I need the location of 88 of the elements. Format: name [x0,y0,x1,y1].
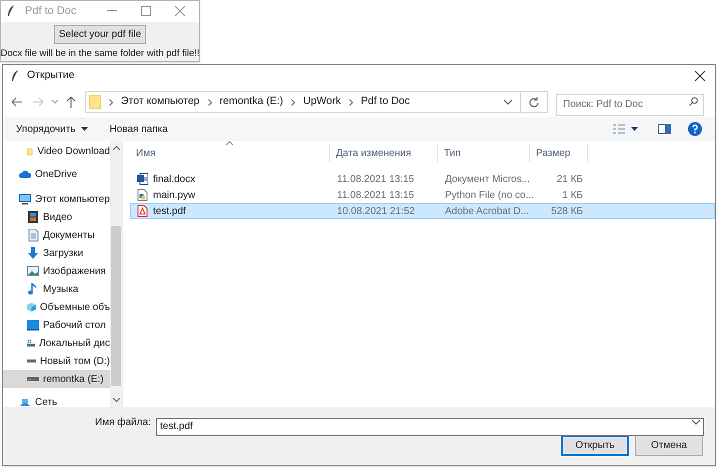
document-icon [27,228,39,242]
breadcrumb-item[interactable]: UpWork [303,94,341,110]
feather-icon [7,5,15,18]
drive-icon [27,359,36,363]
filename-field[interactable]: test.pdf [156,418,704,436]
breadcrumb-item[interactable]: remontka (E:) [220,94,284,110]
down-arrow-icon [27,246,39,260]
dialog-title: Открытие [27,68,74,84]
caret-down-icon [80,127,88,131]
sidebar-item[interactable]: Новый том (D:) [3,352,110,370]
help-icon[interactable] [688,122,702,136]
column-header[interactable]: Дата изменения [330,144,438,162]
file-row[interactable]: main.pyw 11.08.2021 13:15 Python File (no co... 1 КБ [130,187,715,203]
breadcrumb-item[interactable]: Этот компьютер [121,94,200,110]
new-folder-button[interactable]: Новая папка [110,122,168,136]
file-type: Adobe Acrobat D... [445,204,529,218]
pdf-file-icon [137,205,148,217]
sidebar-item[interactable]: Видео [3,208,110,226]
refresh-button[interactable] [521,91,548,113]
cube-icon [27,300,36,314]
music-note-icon [27,282,39,296]
date-modified: 11.08.2021 13:15 [337,188,414,202]
folder-icon [89,95,101,109]
sidebar-item[interactable]: Документы [3,226,110,244]
chevron-right-icon[interactable] [348,98,353,106]
scrollbar-thumb[interactable] [111,226,121,386]
view-options-icon[interactable] [613,124,625,134]
chevron-right-icon[interactable] [208,98,212,106]
filename-label: Имя файла: [95,416,152,430]
column-header[interactable]: Размер [530,144,588,162]
chevron-up-icon[interactable] [112,146,120,150]
up-arrow-icon[interactable] [66,96,76,108]
drive-icon [27,377,39,381]
file-size: 21 КБ [556,172,583,186]
film-icon [27,210,39,224]
maximize-icon[interactable] [141,6,151,16]
caret-down-icon[interactable] [631,127,638,131]
sidebar-item[interactable]: Изображения [3,262,110,280]
date-modified: 11.08.2021 13:15 [337,172,414,186]
word-document-icon [137,173,148,185]
sidebar-item[interactable]: Этот компьютер [3,190,110,208]
chevron-right-icon[interactable] [291,98,296,106]
info-message: Docx file will be in the same folder with pdf file!! [0,46,200,61]
breadcrumb-item[interactable]: Pdf to Doc [360,94,410,110]
scrollbar[interactable] [110,141,122,407]
address-bar[interactable]: Этот компьютер remontka (E:) UpWork Pdf to Doc [85,91,521,113]
chevron-down-icon[interactable] [692,420,700,425]
chevron-down-icon[interactable] [112,398,120,402]
file-type: Python File (no co... [445,188,534,202]
picture-icon [27,264,39,278]
file-row[interactable]: test.pdf 10.08.2021 21:52 Adobe Acrobat D... 528 КБ [130,203,715,219]
organize-button[interactable]: Упорядочить [16,122,88,136]
close-icon[interactable] [695,71,705,81]
sidebar-item[interactable]: OneDrive [3,165,110,183]
sidebar-item[interactable]: Рабочий стол [3,316,110,334]
date-modified: 10.08.2021 21:52 [337,204,415,218]
sidebar-item[interactable]: Video Download [3,142,110,160]
search-icon [689,97,698,106]
search-field[interactable]: Поиск: Pdf to Doc [556,94,704,116]
file-size: 528 КБ [551,204,583,218]
minimize-icon[interactable] [107,10,117,12]
open-button[interactable]: Открыть [561,435,629,456]
sidebar-item[interactable]: remontka (E:) [3,370,110,388]
sidebar-item[interactable]: Загрузки [3,244,110,262]
sidebar-item[interactable]: Музыка [3,280,110,298]
file-name[interactable]: final.docx [153,172,196,186]
sidebar-item[interactable]: Сеть [3,393,110,407]
chevron-down-icon[interactable] [504,100,512,104]
monitor-icon [19,192,31,206]
cancel-button[interactable]: Отмена [635,435,703,456]
column-header[interactable]: Тип [438,144,530,162]
file-name[interactable]: main.pyw [153,188,196,202]
file-type: Документ Micros... [445,172,530,186]
preview-pane-icon[interactable] [658,124,671,134]
select-file-button[interactable]: Select your pdf file [54,24,146,44]
sidebar-item[interactable]: Объемные объ [3,298,110,316]
chevron-right-icon[interactable] [109,98,113,106]
back-arrow-icon[interactable] [11,97,23,107]
python-file-icon [137,189,148,201]
file-name[interactable]: test.pdf [153,204,186,218]
feather-icon [11,70,19,82]
column-header[interactable]: Имя [130,144,330,162]
sidebar-item[interactable]: Локальный дис [3,334,110,352]
file-size: 1 КБ [562,188,583,202]
refresh-icon [529,97,539,107]
file-row[interactable]: final.docx 11.08.2021 13:15 Документ Micros... 21 КБ [130,171,715,187]
desktop-icon [27,318,39,332]
window-title: Pdf to Doc [25,4,76,20]
